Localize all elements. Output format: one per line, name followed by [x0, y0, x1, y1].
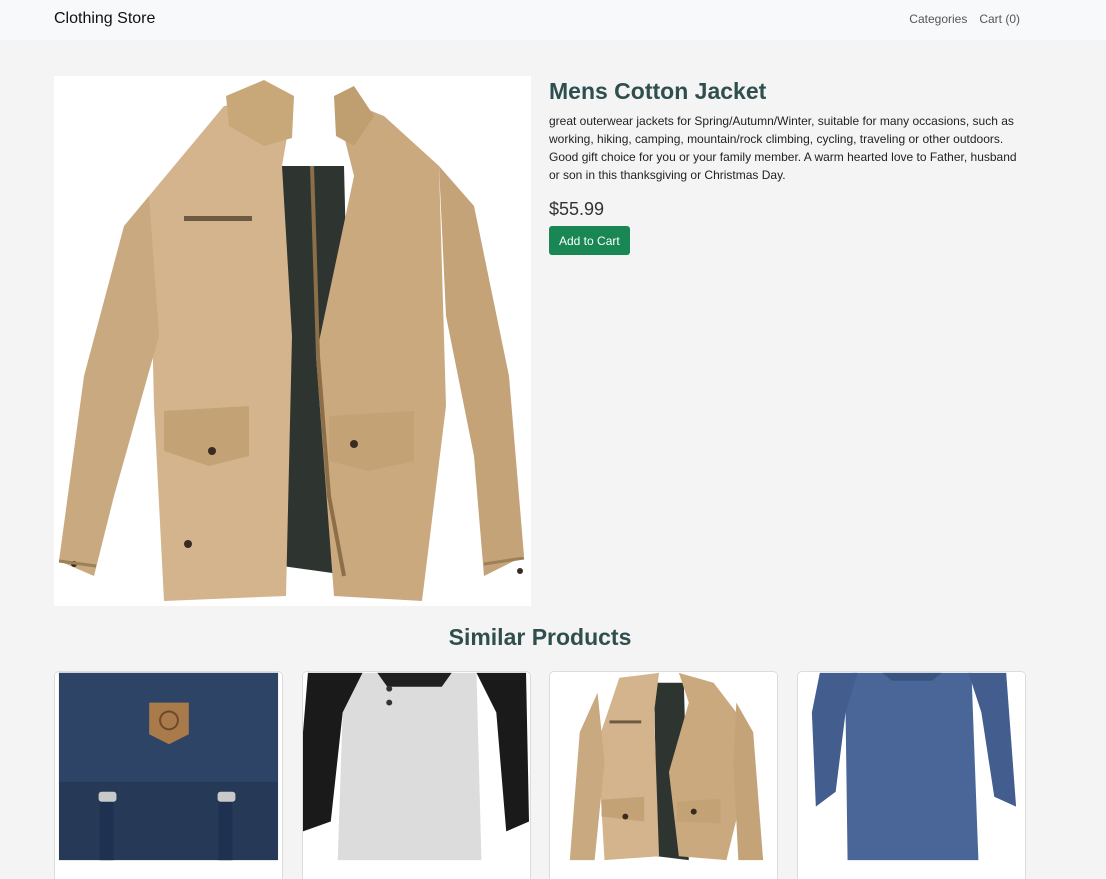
product-price: $55.99 [549, 199, 605, 219]
backpack-image [55, 672, 282, 861]
product-title: Mens Cotton Jacket [549, 78, 767, 104]
navbar: Clothing Store Categories Cart (0) [0, 0, 1106, 40]
similar-product-card[interactable] [54, 671, 283, 879]
nav-links: Categories Cart (0) [909, 12, 1020, 26]
add-to-cart-button[interactable]: Add to Cart [549, 226, 630, 255]
similar-product-card[interactable] [797, 671, 1026, 879]
similar-products-heading: Similar Products [448, 624, 632, 650]
long-sleeve-tee-image [798, 672, 1025, 861]
similar-product-card[interactable] [549, 671, 778, 879]
product-image [54, 76, 531, 606]
raglan-shirt-image [303, 672, 530, 861]
brand-link[interactable]: Clothing Store [54, 10, 155, 28]
product-details: Mens Cotton Jacket great outerwear jacke… [549, 76, 1029, 255]
similar-product-card[interactable] [302, 671, 531, 879]
nav-link-cart[interactable]: Cart (0) [979, 12, 1020, 26]
product-description: great outerwear jackets for Spring/Autum… [549, 114, 1017, 182]
nav-link-categories[interactable]: Categories [909, 12, 967, 26]
jacket-image [550, 672, 777, 861]
jacket-image [54, 76, 531, 606]
